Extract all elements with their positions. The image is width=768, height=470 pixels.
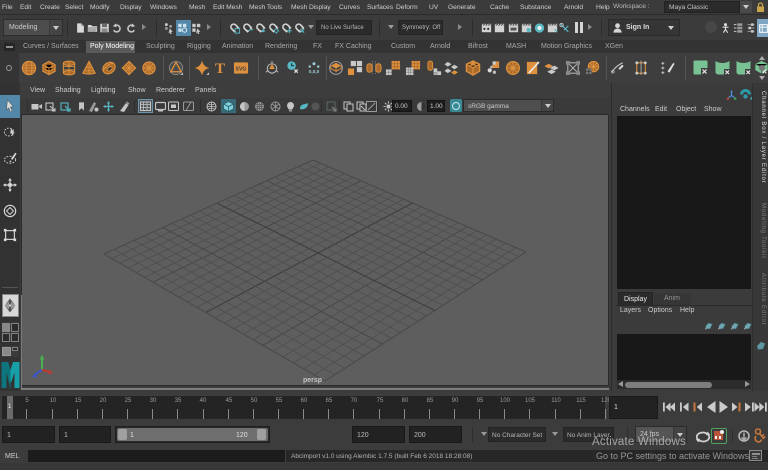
svg-text:SVG: SVG (236, 66, 247, 72)
svg-text:T: T (215, 61, 225, 76)
svg-text:0,0,0: 0,0,0 (309, 69, 320, 74)
